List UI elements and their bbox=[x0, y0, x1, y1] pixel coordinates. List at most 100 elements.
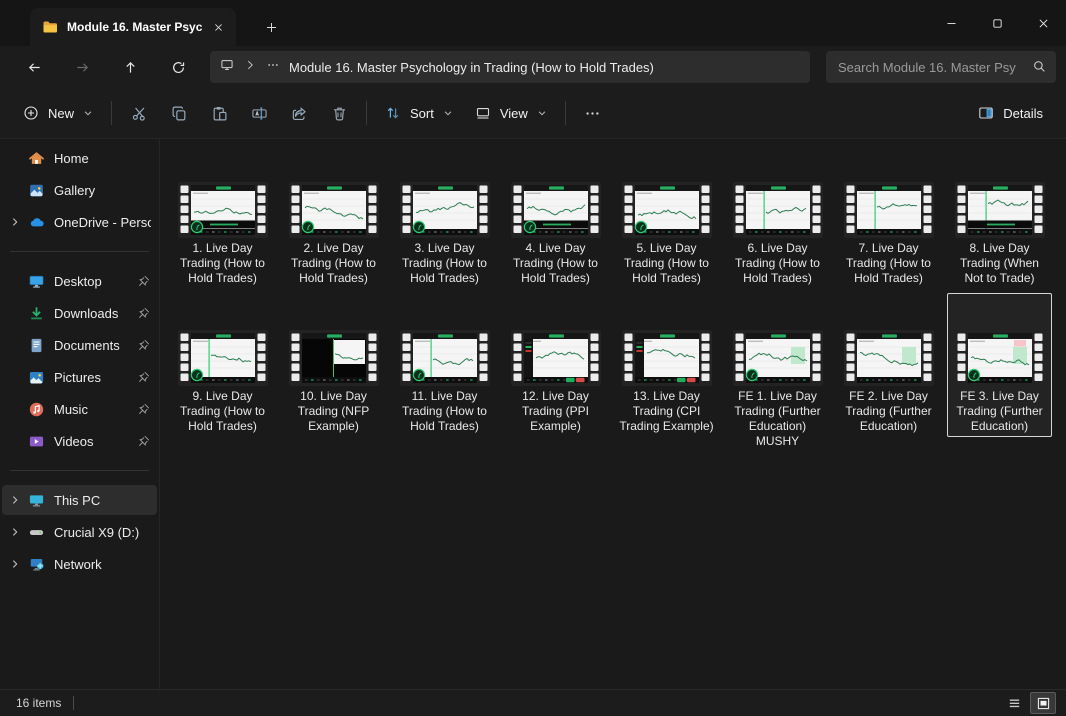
file-item-3[interactable]: 3. Live Day Trading (How to Hold Trades) bbox=[392, 145, 497, 289]
sidebar-item-crucial-x9-d[interactable]: Crucial X9 (D:) bbox=[2, 517, 157, 547]
sidebar-item-gallery[interactable]: Gallery bbox=[2, 175, 157, 205]
sidebar-item-music[interactable]: Music bbox=[2, 394, 157, 424]
file-label: 1. Live Day Trading (How to Hold Trades) bbox=[175, 241, 271, 288]
cut-button[interactable] bbox=[119, 95, 159, 131]
current-path[interactable]: Module 16. Master Psychology in Trading … bbox=[289, 60, 654, 75]
sidebar-item-label: Videos bbox=[54, 434, 137, 449]
command-bar: New Sort View bbox=[0, 88, 1066, 139]
share-button[interactable] bbox=[279, 95, 319, 131]
address-bar: Module 16. Master Psychology in Trading … bbox=[0, 46, 1066, 88]
sidebar-item-pictures[interactable]: Pictures bbox=[2, 362, 157, 392]
video-thumbnail bbox=[955, 294, 1045, 386]
file-label: 3. Live Day Trading (How to Hold Trades) bbox=[397, 241, 493, 288]
window-controls bbox=[928, 0, 1066, 46]
file-item-10[interactable]: 10. Live Day Trading (NFP Example) bbox=[281, 293, 386, 437]
file-item-16[interactable]: FE 3. Live Day Trading (Further Educatio… bbox=[947, 293, 1052, 437]
view-button[interactable]: View bbox=[464, 95, 558, 131]
chevron-right-icon[interactable] bbox=[2, 527, 28, 537]
file-item-12[interactable]: 12. Live Day Trading (PPI Example) bbox=[503, 293, 608, 437]
search-icon[interactable] bbox=[1032, 59, 1047, 74]
file-label: 7. Live Day Trading (How to Hold Trades) bbox=[841, 241, 937, 288]
file-item-1[interactable]: 1. Live Day Trading (How to Hold Trades) bbox=[170, 145, 275, 289]
refresh-button[interactable] bbox=[159, 51, 197, 83]
minimize-button[interactable] bbox=[928, 0, 974, 46]
video-thumbnail bbox=[400, 146, 490, 238]
close-button[interactable] bbox=[1020, 0, 1066, 46]
copy-button[interactable] bbox=[159, 95, 199, 131]
maximize-button[interactable] bbox=[974, 0, 1020, 46]
pin-icon bbox=[137, 274, 151, 288]
video-thumbnail bbox=[511, 146, 601, 238]
file-item-15[interactable]: FE 2. Live Day Trading (Further Educatio… bbox=[836, 293, 941, 437]
back-button[interactable] bbox=[15, 51, 53, 83]
details-view-toggle[interactable] bbox=[1001, 692, 1027, 714]
file-item-2[interactable]: 2. Live Day Trading (How to Hold Trades) bbox=[281, 145, 386, 289]
paste-button[interactable] bbox=[199, 95, 239, 131]
file-item-9[interactable]: 9. Live Day Trading (How to Hold Trades) bbox=[170, 293, 275, 437]
chevron-right-icon[interactable] bbox=[2, 559, 28, 569]
details-button-label: Details bbox=[1003, 106, 1043, 121]
rename-button[interactable] bbox=[239, 95, 279, 131]
collapsed-path-button[interactable] bbox=[266, 58, 280, 77]
file-item-6[interactable]: 6. Live Day Trading (How to Hold Trades) bbox=[725, 145, 830, 289]
this-pc-icon[interactable] bbox=[220, 58, 234, 77]
video-thumbnail bbox=[178, 146, 268, 238]
sort-button[interactable]: Sort bbox=[374, 95, 464, 131]
forward-button[interactable] bbox=[63, 51, 101, 83]
network-icon bbox=[28, 556, 45, 573]
file-label: 10. Live Day Trading (NFP Example) bbox=[286, 389, 382, 436]
file-item-5[interactable]: 5. Live Day Trading (How to Hold Trades) bbox=[614, 145, 719, 289]
sidebar-item-label: Downloads bbox=[54, 306, 137, 321]
file-label: FE 1. Live Day Trading (Further Educatio… bbox=[730, 389, 826, 451]
search-box bbox=[826, 51, 1056, 83]
pin-icon bbox=[137, 370, 151, 384]
sidebar-item-home[interactable]: Home bbox=[2, 143, 157, 173]
sidebar-item-desktop[interactable]: Desktop bbox=[2, 266, 157, 296]
file-item-4[interactable]: 4. Live Day Trading (How to Hold Trades) bbox=[503, 145, 608, 289]
drive-icon bbox=[28, 524, 45, 541]
sidebar-item-this-pc[interactable]: This PC bbox=[2, 485, 157, 515]
video-thumbnail bbox=[511, 294, 601, 386]
up-button[interactable] bbox=[111, 51, 149, 83]
file-list-area[interactable]: 1. Live Day Trading (How to Hold Trades)… bbox=[160, 139, 1066, 689]
video-thumbnail bbox=[733, 294, 823, 386]
home-icon bbox=[28, 150, 45, 167]
file-item-8[interactable]: 8. Live Day Trading (When Not to Trade) bbox=[947, 145, 1052, 289]
tab-close-button[interactable] bbox=[206, 15, 230, 39]
file-item-13[interactable]: 13. Live Day Trading (CPI Trading Exampl… bbox=[614, 293, 719, 437]
file-item-14[interactable]: FE 1. Live Day Trading (Further Educatio… bbox=[725, 293, 830, 452]
chevron-right-icon[interactable] bbox=[2, 495, 28, 505]
chevron-right-icon[interactable] bbox=[2, 217, 28, 227]
thispc-icon bbox=[28, 492, 45, 509]
status-bar: 16 items bbox=[0, 689, 1066, 716]
delete-button[interactable] bbox=[319, 95, 359, 131]
status-divider bbox=[73, 696, 74, 710]
navigation-pane: HomeGallery OneDrive - Persona Desktop Down… bbox=[0, 139, 160, 689]
sidebar-item-label: This PC bbox=[54, 493, 151, 508]
video-thumbnail bbox=[622, 294, 712, 386]
details-button[interactable]: Details bbox=[967, 95, 1054, 131]
file-label: FE 3. Live Day Trading (Further Educatio… bbox=[952, 389, 1048, 436]
video-thumbnail bbox=[178, 294, 268, 386]
breadcrumb[interactable]: Module 16. Master Psychology in Trading … bbox=[210, 51, 810, 83]
see-more-button[interactable] bbox=[573, 95, 613, 131]
sidebar-item-videos[interactable]: Videos bbox=[2, 426, 157, 456]
file-label: 11. Live Day Trading (How to Hold Trades… bbox=[397, 389, 493, 436]
new-tab-button[interactable] bbox=[256, 13, 286, 41]
sidebar-item-onedrive-persona[interactable]: OneDrive - Persona bbox=[2, 207, 157, 237]
sidebar-item-downloads[interactable]: Downloads bbox=[2, 298, 157, 328]
explorer-tab[interactable]: Module 16. Master Psychology bbox=[30, 8, 236, 46]
search-input[interactable] bbox=[826, 51, 1056, 83]
file-label: 2. Live Day Trading (How to Hold Trades) bbox=[286, 241, 382, 288]
sidebar-item-documents[interactable]: Documents bbox=[2, 330, 157, 360]
file-item-7[interactable]: 7. Live Day Trading (How to Hold Trades) bbox=[836, 145, 941, 289]
sidebar-item-network[interactable]: Network bbox=[2, 549, 157, 579]
file-item-11[interactable]: 11. Live Day Trading (How to Hold Trades… bbox=[392, 293, 497, 437]
sidebar-item-label: Music bbox=[54, 402, 137, 417]
thumbnail-view-toggle[interactable] bbox=[1030, 692, 1056, 714]
sidebar-divider bbox=[10, 251, 149, 252]
sidebar-item-label: OneDrive - Persona bbox=[54, 215, 151, 230]
titlebar: Module 16. Master Psychology bbox=[0, 0, 1066, 46]
pin-icon bbox=[137, 306, 151, 320]
new-button[interactable]: New bbox=[12, 95, 104, 131]
